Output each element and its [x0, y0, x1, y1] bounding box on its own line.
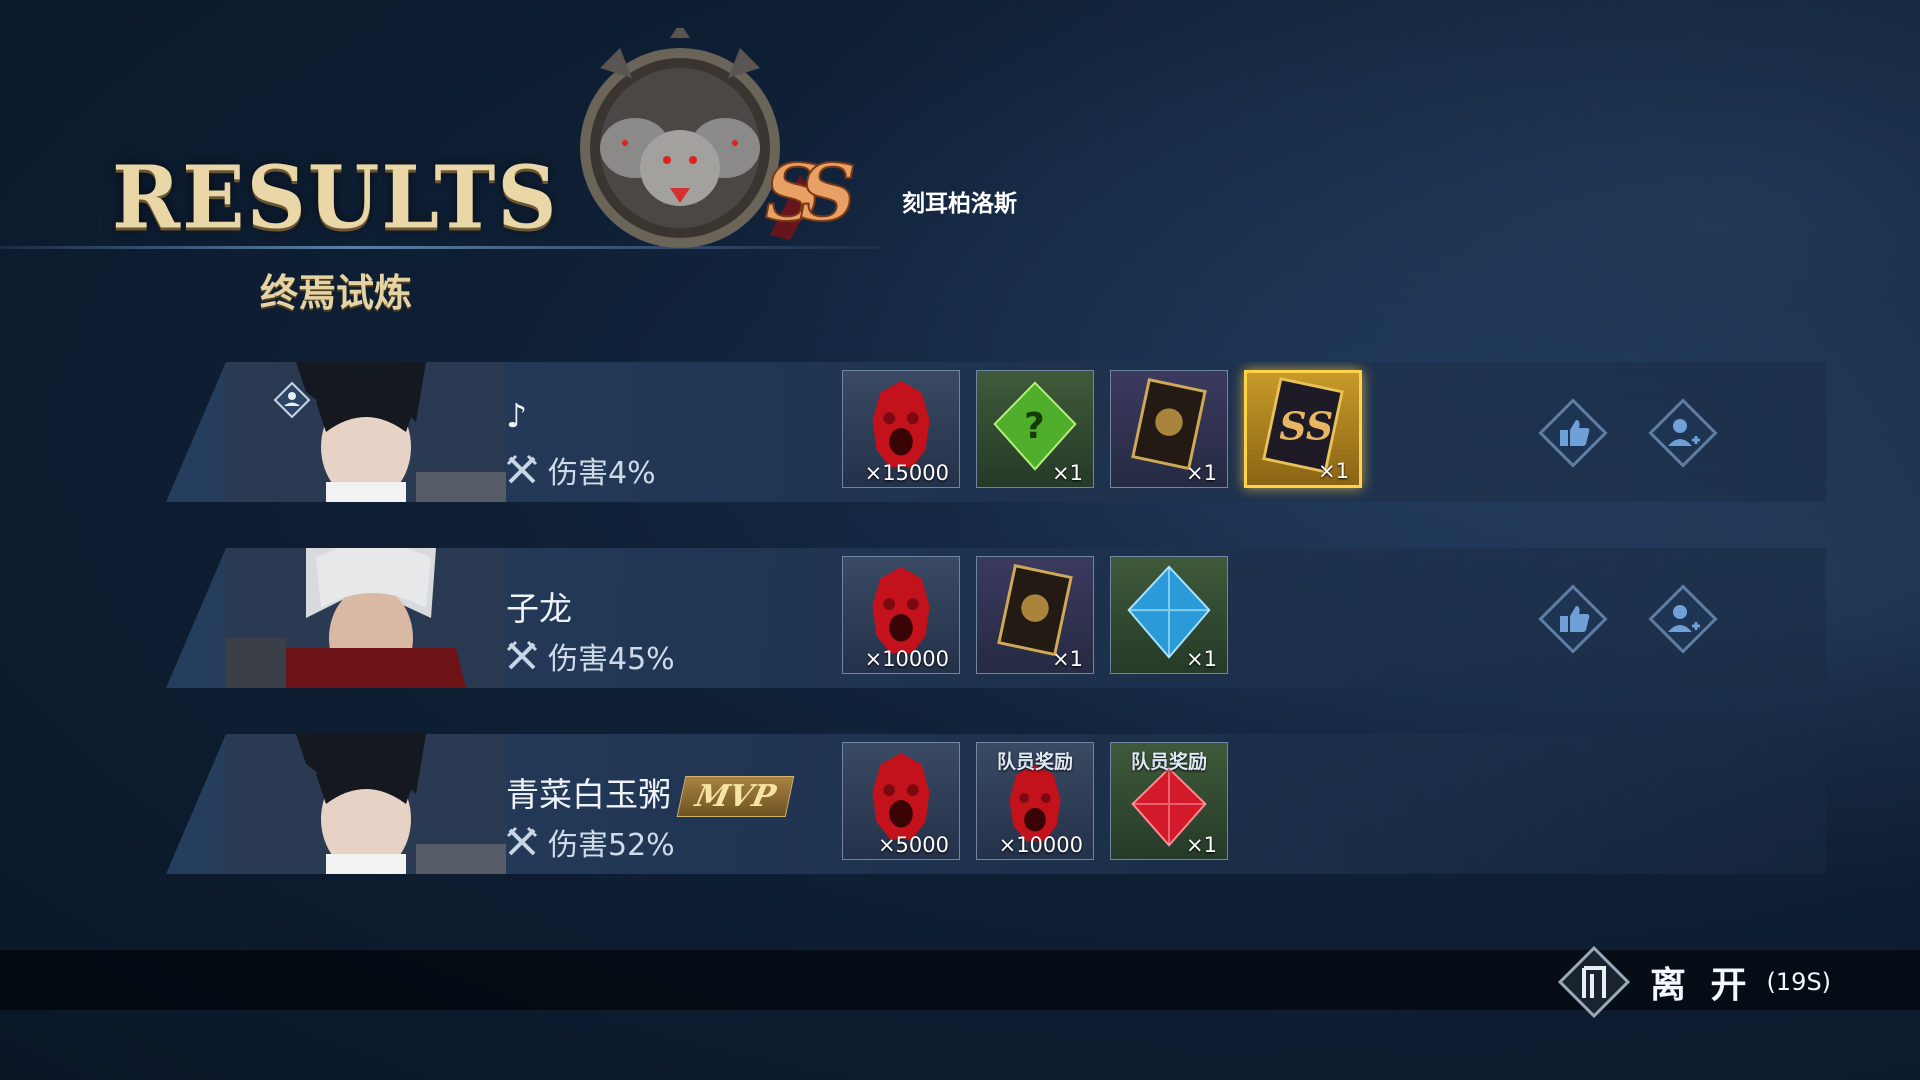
- player-portrait: [226, 362, 506, 502]
- boss-name: 刻耳柏洛斯: [902, 190, 1017, 217]
- ss-rank-icon: S S: [764, 147, 857, 240]
- add-friend-button[interactable]: [1646, 582, 1720, 656]
- player-name: ♪: [506, 396, 528, 435]
- reward-slot[interactable]: ×1: [1110, 370, 1228, 488]
- player-name: 子龙: [506, 589, 572, 628]
- reward-slot[interactable]: ×1: [1110, 556, 1228, 674]
- reward-quantity: ×5000: [877, 833, 949, 857]
- player-row: 青菜白玉粥 MVP 伤害52% ×5000 队员奖励 ×10000 队员奖励 ×…: [166, 734, 1826, 874]
- reward-quantity: ×1: [1318, 459, 1349, 483]
- crossed-swords-icon: [506, 640, 538, 670]
- crossed-swords-icon: [506, 454, 538, 484]
- team-reward-tag: 队员奖励: [996, 751, 1073, 773]
- reward-slot[interactable]: ? ×1: [976, 370, 1094, 488]
- leave-countdown: (19S): [1766, 968, 1832, 996]
- damage-stat: 伤害45%: [506, 634, 675, 678]
- reward-quantity: ×10000: [998, 833, 1083, 857]
- reward-list: ×10000 ×1 ×1: [842, 556, 1228, 674]
- results-title: RESULTS: [112, 147, 559, 249]
- exit-door-icon: [1557, 945, 1631, 1019]
- player-portrait: [226, 548, 506, 688]
- mode-subtitle: 终焉试炼: [260, 270, 413, 315]
- reward-slot[interactable]: ×5000: [842, 742, 960, 860]
- damage-stat: 伤害52%: [506, 820, 675, 864]
- reward-quantity: ×1: [1052, 647, 1083, 671]
- damage-percent: 伤害4%: [548, 456, 656, 491]
- reward-slot[interactable]: ×10000: [842, 556, 960, 674]
- player-portrait: [226, 734, 506, 874]
- reward-quantity: ×1: [1186, 833, 1217, 857]
- add-friend-button[interactable]: [1646, 396, 1720, 470]
- team-reward-tag: 队员奖励: [1130, 751, 1207, 773]
- reward-list: ×5000 队员奖励 ×10000 队员奖励 ×1: [842, 742, 1228, 860]
- reward-quantity: ×10000: [864, 647, 949, 671]
- damage-percent: 伤害52%: [548, 828, 675, 863]
- reward-slot[interactable]: SS ×1: [1244, 370, 1362, 488]
- party-leader-icon: [273, 381, 311, 419]
- player-row: 子龙 伤害45% ×10000 ×1 ×1: [166, 548, 1826, 688]
- svg-text:SS: SS: [1279, 403, 1333, 448]
- reward-quantity: ×1: [1052, 461, 1083, 485]
- reward-quantity: ×15000: [864, 461, 949, 485]
- leave-label: 离 开: [1650, 965, 1753, 1006]
- like-button[interactable]: [1536, 396, 1610, 470]
- mvp-badge: MVP: [676, 776, 795, 817]
- damage-stat: 伤害4%: [506, 448, 656, 492]
- damage-percent: 伤害45%: [548, 642, 675, 677]
- reward-slot[interactable]: 队员奖励 ×1: [1110, 742, 1228, 860]
- reward-quantity: ×1: [1186, 647, 1217, 671]
- reward-slot[interactable]: ×1: [976, 556, 1094, 674]
- player-row: ♪ 伤害4% ×15000 ? ×1 ×1 SS ×1: [166, 362, 1826, 502]
- reward-slot[interactable]: 队员奖励 ×10000: [976, 742, 1094, 860]
- like-button[interactable]: [1536, 582, 1610, 656]
- reward-list: ×15000 ? ×1 ×1 SS ×1: [842, 370, 1362, 488]
- reward-quantity: ×1: [1186, 461, 1217, 485]
- svg-text:S: S: [800, 148, 856, 239]
- leave-button[interactable]: 离 开 (19S): [1552, 940, 1831, 1024]
- crossed-swords-icon: [506, 826, 538, 856]
- svg-text:?: ?: [1024, 406, 1045, 447]
- player-name: 青菜白玉粥: [506, 775, 671, 814]
- reward-slot[interactable]: ×15000: [842, 370, 960, 488]
- player-name-line: 青菜白玉粥 MVP: [506, 768, 795, 817]
